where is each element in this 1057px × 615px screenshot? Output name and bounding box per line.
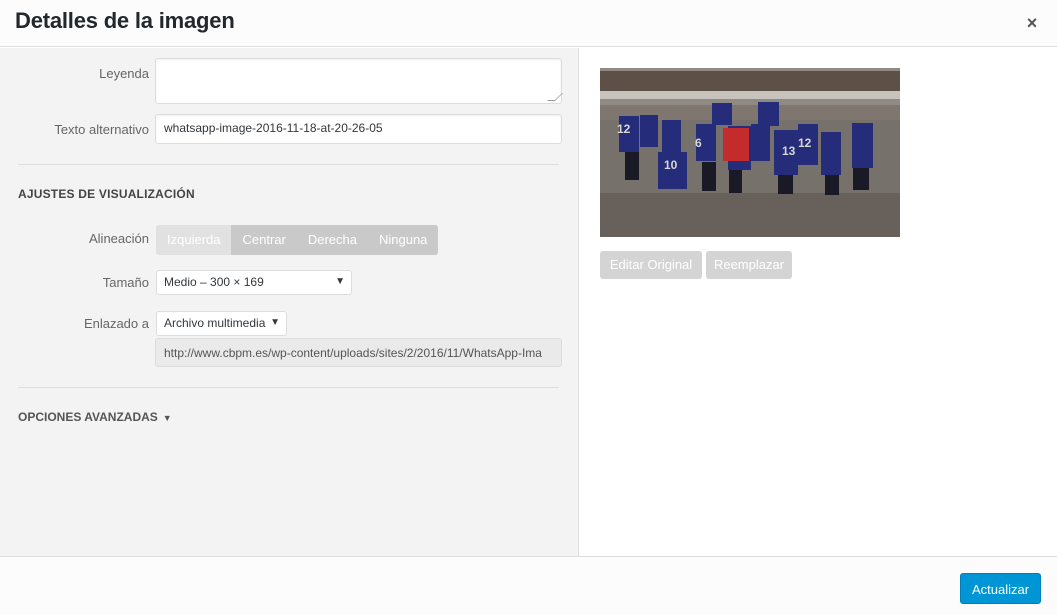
dropdown-arrow-icon: ▼ — [335, 276, 345, 287]
link-to-value: Archivo multimedia — [164, 316, 266, 330]
svg-text:10: 10 — [664, 158, 678, 172]
link-to-select[interactable]: Archivo multimedia ▼ — [156, 311, 287, 336]
size-label: Tamaño — [102, 275, 149, 290]
modal-footer: Actualizar — [0, 556, 1057, 615]
divider — [18, 387, 559, 388]
align-none-button[interactable]: Ninguna — [368, 225, 438, 255]
edit-original-button[interactable]: Editar Original — [600, 251, 702, 279]
resize-grip-icon[interactable] — [547, 93, 563, 101]
alignment-label: Alineación — [89, 231, 149, 246]
modal-title: Detalles de la imagen — [15, 8, 235, 33]
advanced-options-toggle[interactable]: OPCIONES AVANZADAS ▼ — [18, 410, 172, 424]
display-settings-heading: AJUSTES DE VISUALIZACIÓN — [18, 187, 195, 201]
image-preview: 12 6 10 13 12 — [600, 68, 900, 237]
caption-label: Leyenda — [99, 66, 149, 81]
alt-text-input[interactable]: whatsapp-image-2016-11-18-at-20-26-05 — [155, 114, 562, 144]
divider — [18, 164, 559, 165]
size-select[interactable]: Medio – 300 × 169 ▼ — [156, 270, 352, 295]
svg-text:6: 6 — [695, 136, 702, 150]
image-settings-panel: Leyenda Texto alternativo whatsapp-image… — [0, 48, 579, 556]
svg-text:12: 12 — [617, 122, 631, 136]
align-left-button[interactable]: Izquierda — [156, 225, 232, 255]
modal-header: Detalles de la imagen × — [0, 0, 1057, 47]
alignment-button-group: Izquierda Centrar Derecha Ninguna — [156, 225, 439, 255]
dropdown-arrow-icon: ▼ — [270, 317, 280, 328]
basketball-team-photo: 12 6 10 13 12 — [600, 68, 900, 237]
image-preview-panel: 12 6 10 13 12 Editar Original Reemplazar — [580, 48, 1057, 556]
svg-text:13: 13 — [782, 144, 796, 158]
align-right-button[interactable]: Derecha — [297, 225, 368, 255]
replace-button[interactable]: Reemplazar — [706, 251, 792, 279]
link-url-field[interactable]: http://www.cbpm.es/wp-content/uploads/si… — [155, 338, 562, 367]
alt-text-label: Texto alternativo — [54, 122, 149, 137]
link-to-label: Enlazado a — [83, 316, 149, 331]
advanced-options-label: OPCIONES AVANZADAS — [18, 410, 158, 424]
svg-text:12: 12 — [798, 136, 812, 150]
align-center-button[interactable]: Centrar — [231, 225, 296, 255]
size-value: Medio – 300 × 169 — [164, 275, 264, 289]
caption-textarea[interactable] — [155, 58, 563, 104]
close-icon[interactable]: × — [1021, 12, 1043, 34]
update-button[interactable]: Actualizar — [960, 573, 1041, 604]
caret-down-icon: ▼ — [162, 413, 172, 423]
